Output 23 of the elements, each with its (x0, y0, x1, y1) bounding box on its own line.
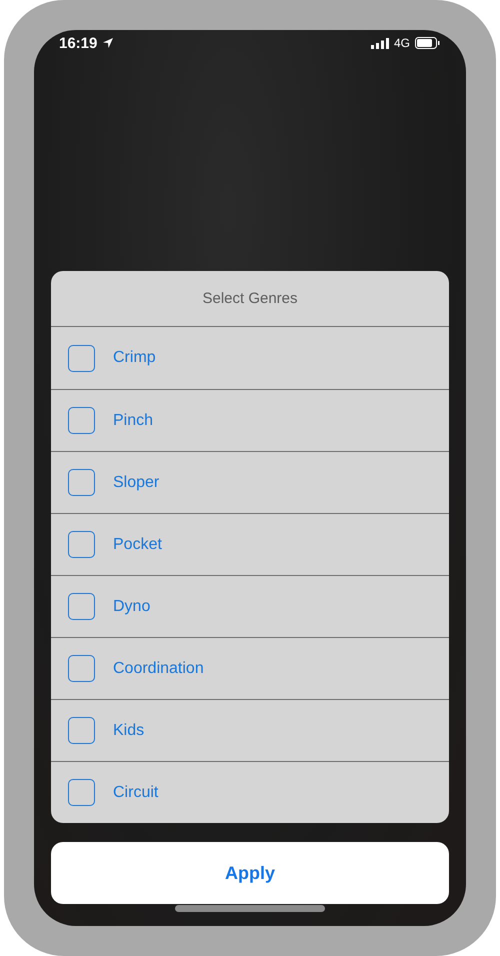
genre-option[interactable]: Sloper (113, 474, 160, 492)
genre-option[interactable]: Coordination (113, 660, 204, 678)
status-time: 16:19 (59, 34, 98, 52)
checkbox[interactable] (68, 593, 95, 620)
battery-icon (415, 37, 440, 49)
location-arrow-icon (102, 37, 114, 49)
sheet-title: Select Genres (202, 290, 298, 307)
apply-button[interactable]: Apply (51, 842, 449, 904)
signal-icon (370, 38, 389, 48)
genre-option[interactable]: Pocket (113, 536, 162, 554)
checkbox[interactable] (68, 469, 95, 496)
checkbox[interactable] (68, 344, 95, 372)
genre-option[interactable]: Pinch (113, 412, 154, 430)
network-label: 4G (394, 36, 410, 50)
genre-option[interactable]: Dyno (113, 598, 150, 616)
genre-option[interactable]: Crimp (113, 349, 156, 367)
checkbox[interactable] (68, 717, 95, 744)
genre-option[interactable]: Circuit (113, 784, 158, 802)
checkbox[interactable] (68, 779, 95, 806)
checkbox[interactable] (68, 407, 95, 434)
checkbox[interactable] (68, 655, 95, 682)
checkbox[interactable] (68, 531, 95, 558)
genre-option[interactable]: Kids (113, 722, 144, 740)
